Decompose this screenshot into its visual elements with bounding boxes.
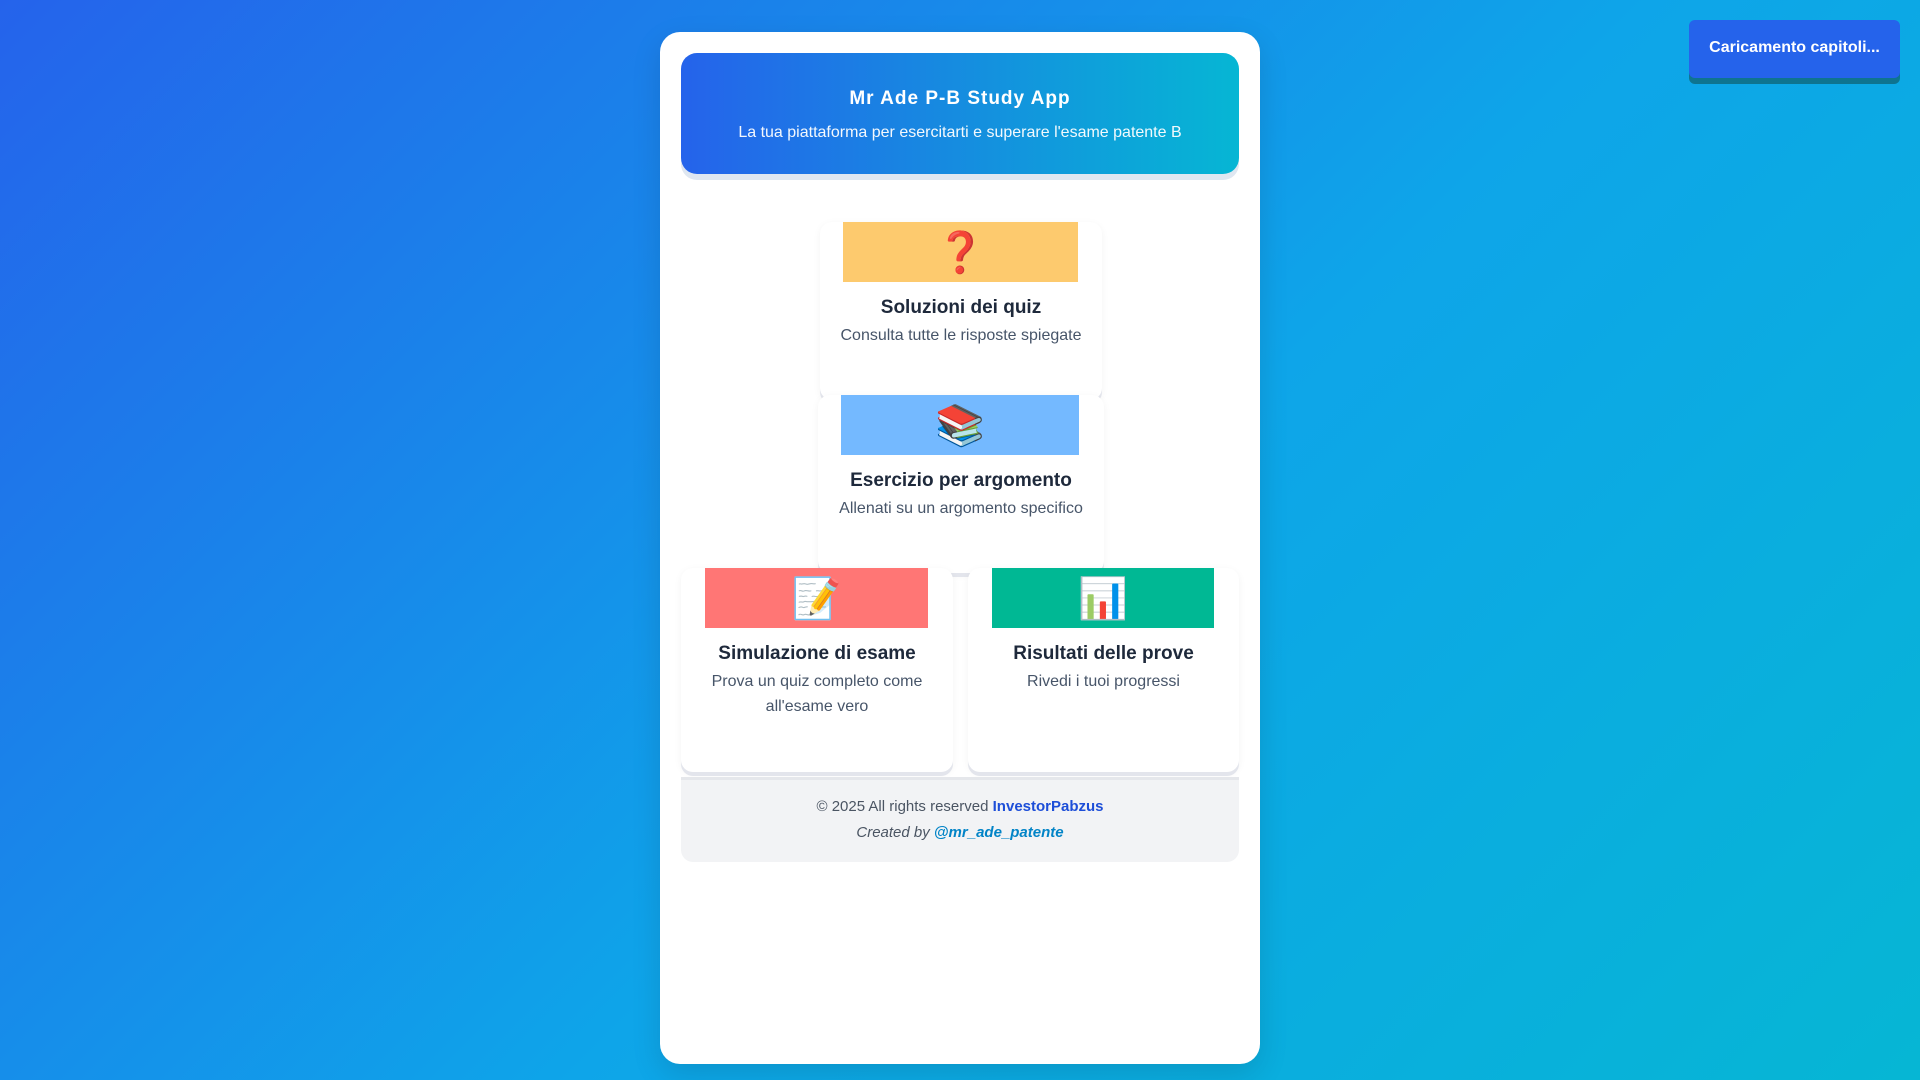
test-results-banner: 📊 bbox=[992, 568, 1214, 628]
topic-exercise-title: Esercizio per argomento bbox=[818, 470, 1104, 492]
test-results-title: Risultati delle prove bbox=[968, 643, 1239, 665]
app-title: Mr Ade P-B Study App bbox=[681, 88, 1239, 110]
loading-toast-text: Caricamento capitoli... bbox=[1709, 39, 1880, 57]
footer-credit-line: Created by @mr_ade_patente bbox=[681, 824, 1239, 841]
memo-icon: 📝 bbox=[792, 575, 842, 622]
loading-toast: Caricamento capitoli... bbox=[1689, 20, 1900, 78]
footer-copyright-line: © 2025 All rights reserved InvestorPabzu… bbox=[681, 798, 1239, 815]
created-by-text: Created by bbox=[856, 824, 929, 841]
books-icon: 📚 bbox=[935, 402, 985, 449]
app-header: Mr Ade P-B Study App La tua piattaforma … bbox=[681, 53, 1239, 174]
app-subtitle: La tua piattaforma per esercitarti e sup… bbox=[681, 124, 1239, 142]
exam-simulation-title: Simulazione di esame bbox=[681, 643, 953, 665]
question-mark-icon: ❓ bbox=[936, 229, 986, 276]
exam-simulation-banner: 📝 bbox=[705, 568, 928, 628]
copyright-text: © 2025 All rights reserved bbox=[816, 798, 988, 815]
exam-simulation-description: Prova un quiz completo come all'esame ve… bbox=[701, 669, 933, 719]
footer: © 2025 All rights reserved InvestorPabzu… bbox=[681, 777, 1239, 862]
quiz-solutions-card[interactable]: ❓ Soluzioni dei quiz Consulta tutte le r… bbox=[820, 222, 1102, 400]
app-card: Mr Ade P-B Study App La tua piattaforma … bbox=[660, 32, 1260, 1064]
topic-exercise-description: Allenati su un argomento specifico bbox=[838, 496, 1084, 521]
topic-exercise-banner: 📚 bbox=[841, 395, 1079, 455]
test-results-description: Rivedi i tuoi progressi bbox=[988, 669, 1219, 694]
quiz-solutions-title: Soluzioni dei quiz bbox=[820, 297, 1102, 319]
test-results-card[interactable]: 📊 Risultati delle prove Rivedi i tuoi pr… bbox=[968, 568, 1239, 772]
quiz-solutions-banner: ❓ bbox=[843, 222, 1078, 282]
topic-exercise-card[interactable]: 📚 Esercizio per argomento Allenati su un… bbox=[818, 395, 1104, 573]
author-handle-link[interactable]: @mr_ade_patente bbox=[934, 824, 1064, 841]
bar-chart-icon: 📊 bbox=[1078, 575, 1128, 622]
exam-simulation-card[interactable]: 📝 Simulazione di esame Prova un quiz com… bbox=[681, 568, 953, 772]
quiz-solutions-description: Consulta tutte le risposte spiegate bbox=[840, 323, 1082, 348]
brand-link[interactable]: InvestorPabzus bbox=[993, 798, 1104, 815]
